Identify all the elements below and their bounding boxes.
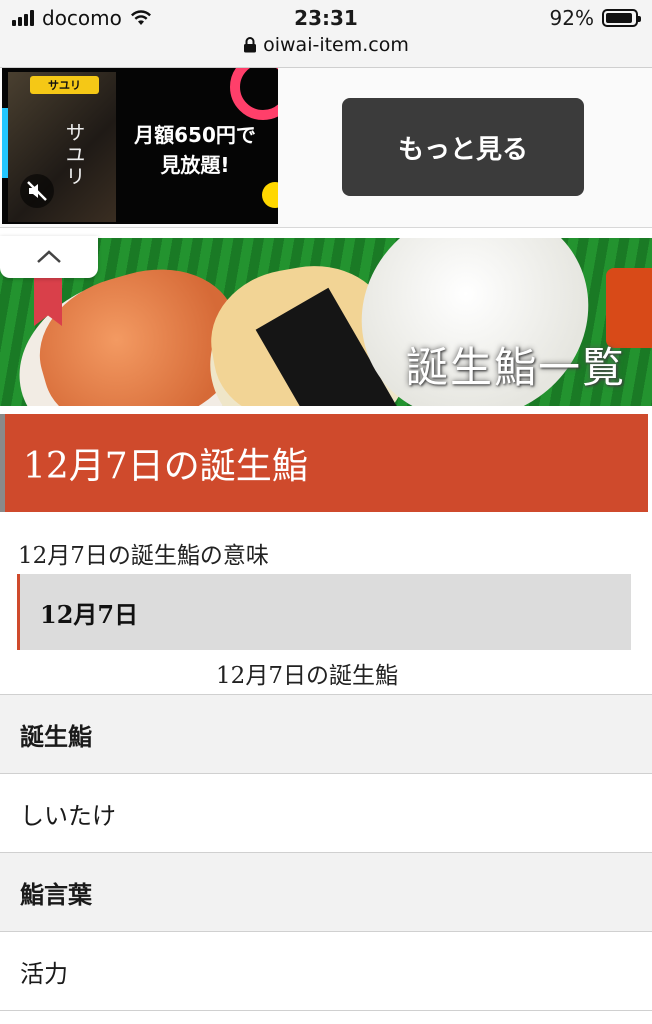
ad-tag: サユリ: [30, 76, 99, 94]
ad-unit: サユリ サユリ 月額650円で 見放題! もっと見る: [0, 68, 652, 228]
meaning-label: 12月7日の誕生鮨の意味: [18, 543, 269, 569]
status-bar: docomo 23:31 92% oiwai-item.com: [0, 0, 652, 68]
ad-decoration: [262, 182, 278, 208]
table-row: しいたけ: [0, 774, 652, 853]
table-row: 活力: [0, 932, 652, 1011]
url-text: oiwai-item.com: [263, 34, 409, 56]
ad-decoration: [230, 68, 278, 120]
hero-title: 誕生鮨一覧: [405, 343, 626, 392]
battery-fill: [606, 13, 632, 23]
lock-icon: [244, 37, 257, 53]
chevron-up-icon: [37, 250, 61, 263]
ad-promo-line2: 見放題!: [160, 153, 230, 177]
ad-promo: 月額650円で 見放題!: [120, 120, 270, 180]
scroll-up-button[interactable]: [0, 236, 98, 278]
ad-banner-image[interactable]: サユリ サユリ 月額650円で 見放題!: [2, 68, 278, 224]
ad-vertical-title: サユリ: [62, 122, 86, 188]
table-row: 誕生鮨: [0, 695, 652, 774]
table-row: 鮨言葉: [0, 853, 652, 932]
ad-promo-line1: 月額650円で: [134, 123, 256, 147]
ad-more-button[interactable]: もっと見る: [342, 98, 584, 196]
info-table: 誕生鮨 しいたけ 鮨言葉 活力: [0, 694, 652, 1011]
status-right: 92%: [549, 6, 641, 30]
date-box: 12月7日: [17, 574, 631, 650]
address-bar[interactable]: oiwai-item.com: [0, 34, 652, 56]
battery-icon: [602, 9, 641, 27]
battery-percent: 92%: [549, 6, 594, 30]
page-title: 12月7日の誕生鮨: [0, 414, 648, 512]
mute-icon[interactable]: [20, 174, 54, 208]
table-caption: 12月7日の誕生鮨: [216, 663, 398, 689]
